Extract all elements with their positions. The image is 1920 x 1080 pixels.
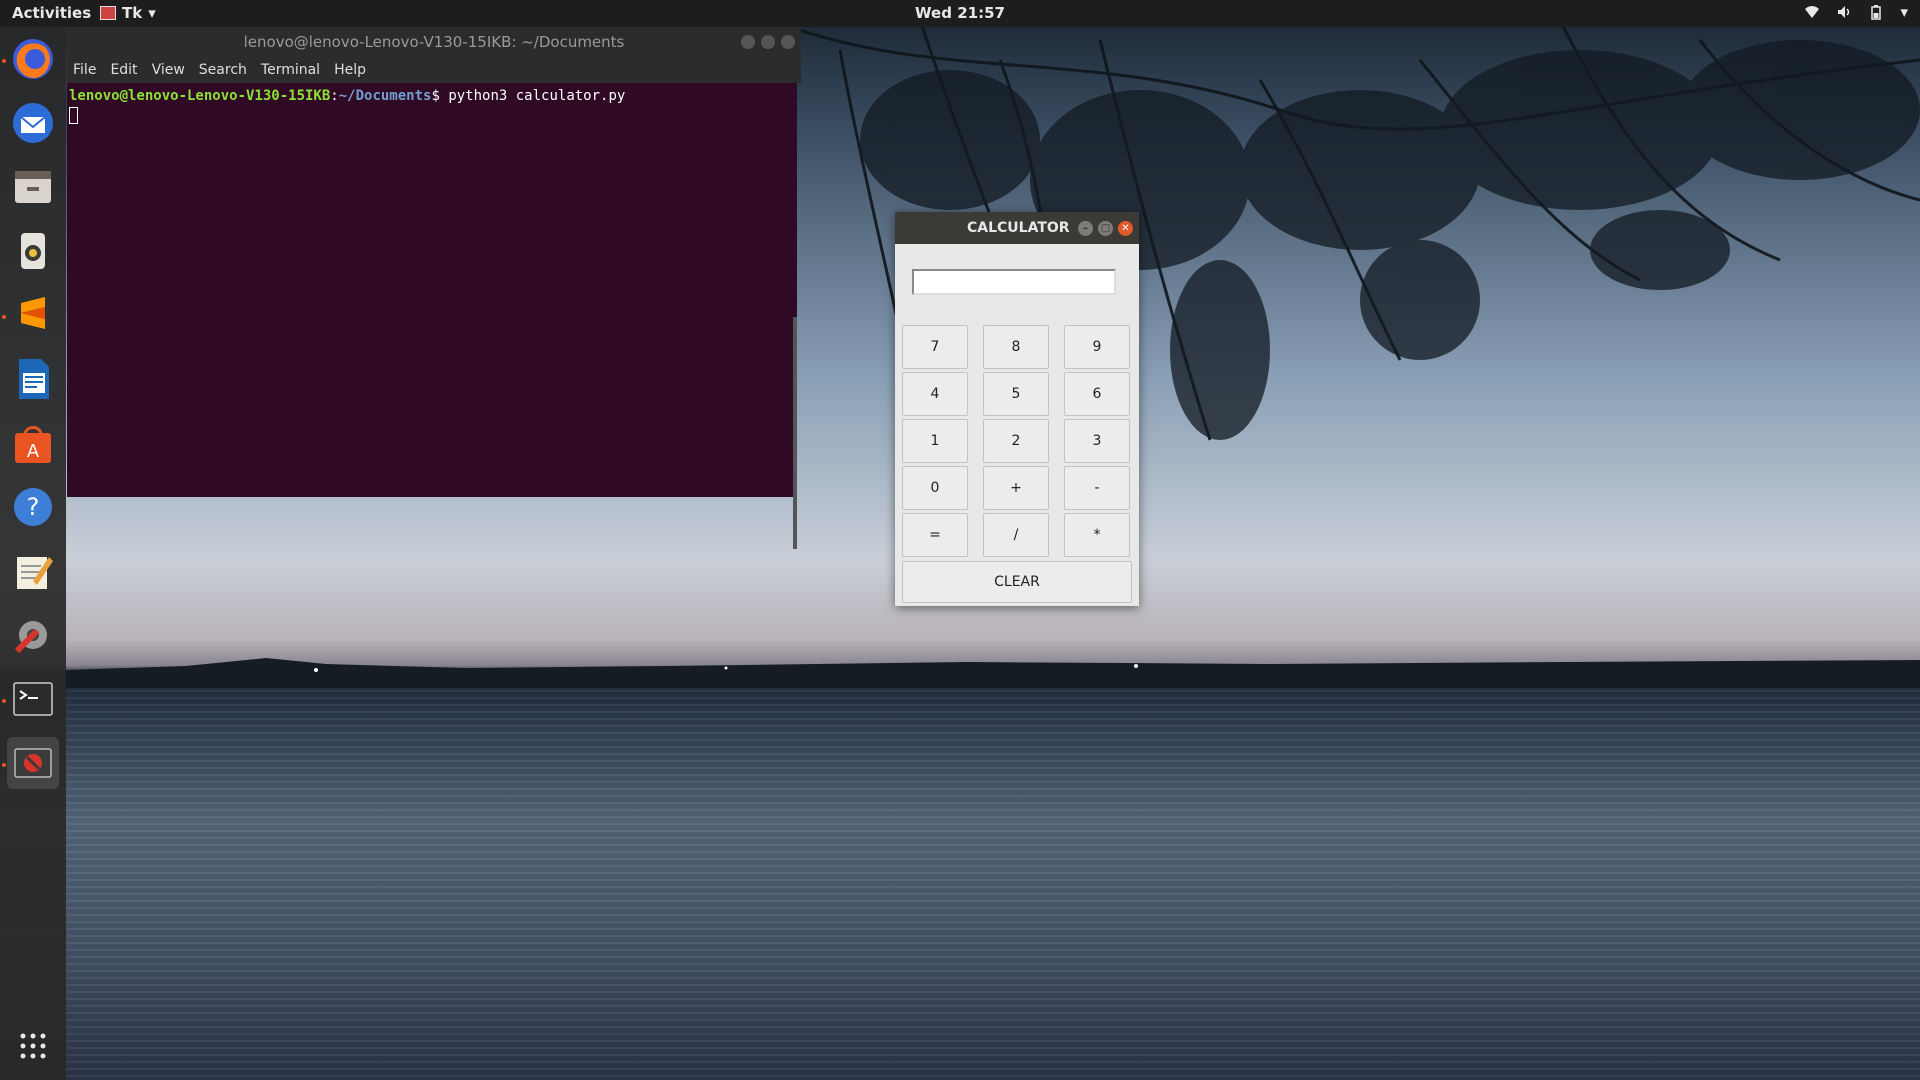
button-2[interactable]: 2 [983, 419, 1049, 463]
maximize-icon[interactable]: □ [1098, 221, 1113, 236]
terminal-scrollbar[interactable] [793, 317, 797, 549]
chevron-down-icon: ▾ [148, 4, 156, 22]
button-1[interactable]: 1 [902, 419, 968, 463]
libreoffice-writer-launcher[interactable] [7, 353, 59, 405]
top-bar: Activities Tk ▾ Wed 21:57 ▾ [0, 0, 1920, 27]
button-6[interactable]: 6 [1064, 372, 1130, 416]
button-3[interactable]: 3 [1064, 419, 1130, 463]
help-icon: ? [14, 488, 52, 526]
terminal-icon [13, 682, 53, 716]
text-editor-launcher[interactable] [7, 545, 59, 597]
menu-terminal[interactable]: Terminal [261, 62, 320, 78]
menu-search[interactable]: Search [199, 62, 247, 78]
prompt-separator: : [330, 88, 339, 104]
sublime-text-icon [21, 297, 45, 329]
chevron-down-icon: ▾ [1900, 3, 1908, 21]
maximize-icon[interactable] [761, 35, 775, 49]
terminal-launcher[interactable] [7, 673, 59, 725]
button-minus[interactable]: - [1064, 466, 1130, 510]
thunderbird-launcher[interactable] [7, 97, 59, 149]
lake-water [66, 690, 1920, 1080]
terminal-cursor [69, 107, 78, 124]
speaker-icon [21, 233, 45, 269]
button-7[interactable]: 7 [902, 325, 968, 369]
clear-button[interactable]: CLEAR [902, 561, 1132, 603]
app-menu-icon [100, 6, 116, 20]
button-plus[interactable]: + [983, 466, 1049, 510]
minimize-icon[interactable]: – [1078, 221, 1093, 236]
running-indicator [2, 763, 6, 767]
prompt-suffix: $ [431, 88, 449, 104]
terminal-title: lenovo@lenovo-Lenovo-V130-15IKB: ~/Docum… [243, 33, 625, 51]
wrench-gear-icon [14, 621, 47, 654]
svg-text:A: A [27, 441, 40, 462]
terminal-prompt-line: lenovo@lenovo-Lenovo-V130-15IKB:~/Docume… [69, 88, 625, 104]
terminal-titlebar[interactable]: lenovo@lenovo-Lenovo-V130-15IKB: ~/Docum… [67, 27, 801, 57]
show-applications-icon[interactable] [18, 1031, 48, 1061]
sublime-text-launcher[interactable] [7, 289, 59, 341]
button-equals[interactable]: = [902, 513, 968, 557]
dock: A ? [0, 27, 66, 1080]
calculator-titlebar[interactable]: CALCULATOR – □ ✕ [895, 212, 1139, 244]
volume-icon [1838, 6, 1850, 18]
tk-app-launcher[interactable] [7, 737, 59, 789]
activities-button[interactable]: Activities [12, 4, 91, 22]
minimize-icon[interactable] [741, 35, 755, 49]
settings-launcher[interactable] [7, 609, 59, 661]
menu-help[interactable]: Help [334, 62, 366, 78]
running-indicator [2, 59, 6, 63]
terminal-body[interactable]: lenovo@lenovo-Lenovo-V130-15IKB:~/Docume… [67, 83, 797, 549]
running-indicator [2, 315, 6, 319]
calculator-title: CALCULATOR [967, 220, 1070, 236]
system-tray[interactable]: ▾ [1804, 3, 1908, 21]
firefox-launcher[interactable] [7, 33, 59, 85]
app-menu-label: Tk [122, 4, 143, 22]
menu-view[interactable]: View [152, 62, 185, 78]
button-0[interactable]: 0 [902, 466, 968, 510]
close-icon[interactable] [781, 35, 795, 49]
close-icon[interactable]: ✕ [1118, 221, 1133, 236]
button-8[interactable]: 8 [983, 325, 1049, 369]
terminal-menubar: File Edit View Search Terminal Help [67, 57, 801, 83]
prompt-user: lenovo@lenovo-Lenovo-V130-15IKB [69, 88, 331, 104]
terminal-window: lenovo@lenovo-Lenovo-V130-15IKB: ~/Docum… [67, 27, 801, 549]
battery-icon [1871, 5, 1882, 20]
writer-document-icon [19, 359, 49, 399]
button-9[interactable]: 9 [1064, 325, 1130, 369]
button-4[interactable]: 4 [902, 372, 968, 416]
rhythmbox-launcher[interactable] [7, 225, 59, 277]
calculator-display[interactable] [912, 269, 1116, 295]
button-divide[interactable]: / [983, 513, 1049, 557]
button-multiply[interactable]: * [1064, 513, 1130, 557]
notepad-pencil-icon [17, 557, 53, 589]
menu-edit[interactable]: Edit [110, 62, 137, 78]
terminal-command: python3 calculator.py [448, 88, 626, 104]
distant-shoreline [66, 658, 1920, 688]
clock[interactable]: Wed 21:57 [915, 4, 1005, 22]
tk-app-icon [14, 748, 52, 778]
prompt-path: ~/Documents [338, 88, 432, 104]
app-menu[interactable]: Tk ▾ [100, 4, 156, 22]
firefox-icon [13, 39, 53, 79]
thunderbird-icon [13, 103, 53, 143]
svg-text:?: ? [27, 493, 40, 521]
wifi-icon [1805, 6, 1820, 18]
menu-file[interactable]: File [73, 62, 96, 78]
files-icon [15, 171, 51, 203]
shopping-bag-icon: A [15, 426, 51, 463]
files-launcher[interactable] [7, 161, 59, 213]
button-5[interactable]: 5 [983, 372, 1049, 416]
ubuntu-software-launcher[interactable]: A [7, 417, 59, 469]
calculator-window: CALCULATOR – □ ✕ 7 8 9 4 5 6 1 2 3 0 + -… [895, 212, 1139, 606]
help-launcher[interactable]: ? [7, 481, 59, 533]
running-indicator [2, 699, 6, 703]
